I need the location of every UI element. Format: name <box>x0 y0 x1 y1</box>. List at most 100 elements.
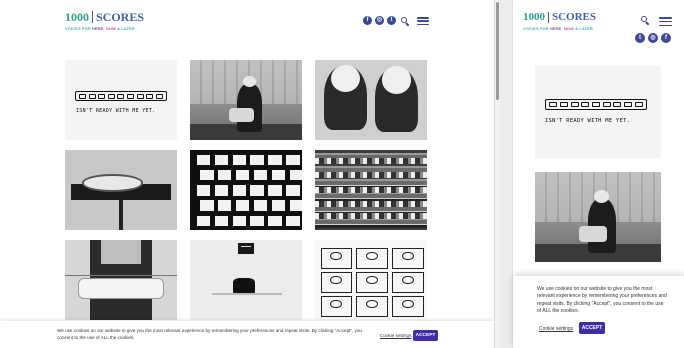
site-logo[interactable]: 1000 SCORES VOICES FOR HERE, NOW & LATER <box>65 11 144 31</box>
sketch-face <box>366 299 378 309</box>
sketch-panel <box>392 272 424 293</box>
score-card-squares-photo[interactable] <box>190 150 302 230</box>
sketch-face <box>330 275 343 285</box>
photo-table-leg <box>118 199 124 230</box>
notation-box <box>136 93 144 99</box>
notation-box <box>570 102 579 107</box>
notation-box <box>98 93 106 99</box>
social-links: t ◎ f <box>635 33 671 43</box>
photo-square <box>250 185 264 196</box>
score-card-table-photo[interactable] <box>65 150 177 230</box>
photo-square <box>200 170 214 181</box>
score-card-glitch-photo[interactable] <box>315 150 427 230</box>
photo-head <box>594 190 610 203</box>
sketch-face <box>330 251 343 261</box>
social-links: f ◎ t <box>363 16 396 25</box>
sketch-face <box>330 299 343 309</box>
sketch-panel <box>392 296 424 317</box>
photo-square <box>253 200 268 211</box>
photo-square <box>250 215 264 226</box>
tagline-here: HERE <box>549 26 562 31</box>
notation-box <box>146 93 154 99</box>
score-card-notation[interactable]: ISN'T READY WITH ME YET. <box>535 66 661 158</box>
site-logo[interactable]: 1000 SCORES VOICES FOR HERE, NOW & LATER <box>523 12 596 32</box>
cookie-message: We use cookies on our website to give yo… <box>57 328 362 340</box>
photo-square <box>253 170 268 181</box>
notation-box <box>591 102 600 107</box>
score-card-cooking-photo[interactable] <box>535 172 661 262</box>
cookie-settings-link[interactable]: Cookie settings <box>380 333 411 338</box>
photo-square <box>271 170 286 181</box>
menu-line <box>659 20 672 23</box>
photo-string <box>65 275 177 277</box>
scrollbar-thumb[interactable] <box>496 2 499 100</box>
search-icon-handle <box>645 21 650 26</box>
notation-box <box>155 93 163 99</box>
sketch-face <box>366 251 378 261</box>
score-card-mask-photo[interactable] <box>65 240 177 320</box>
sketch-panel <box>320 248 352 269</box>
score-card-phone-photo[interactable] <box>190 240 302 320</box>
sketch-panel <box>356 248 388 269</box>
tagline-text: VOICES FOR <box>523 26 550 31</box>
photo-square <box>271 200 286 211</box>
notation-box <box>107 93 115 99</box>
photo-square <box>289 200 302 211</box>
accept-button[interactable]: ACCEPT <box>413 330 438 341</box>
facebook-icon[interactable]: f <box>661 33 671 43</box>
instagram-icon[interactable]: ◎ <box>648 33 658 43</box>
hamburger-menu-icon[interactable] <box>659 17 672 26</box>
accept-button[interactable]: ACCEPT <box>579 322 605 334</box>
score-caption: ISN'T READY WITH ME YET. <box>545 118 631 124</box>
notation-box <box>88 93 96 99</box>
desktop-view: 1000 SCORES VOICES FOR HERE, NOW & LATER… <box>0 0 494 348</box>
twitter-icon[interactable]: t <box>635 33 645 43</box>
photo-square <box>289 170 302 181</box>
notation-box <box>634 102 643 107</box>
twitter-icon[interactable]: t <box>387 16 396 25</box>
photo-square <box>286 154 300 166</box>
facebook-icon[interactable]: f <box>363 16 372 25</box>
score-card-cooking-photo[interactable] <box>190 60 302 140</box>
score-card-hands-photo[interactable] <box>315 60 427 140</box>
search-icon-handle <box>405 22 410 27</box>
score-card-sketch[interactable] <box>315 240 427 320</box>
cookie-banner: We use cookies on our website to give yo… <box>513 276 684 348</box>
tagline-text: VOICES FOR <box>65 26 92 31</box>
instagram-icon[interactable]: ◎ <box>375 16 384 25</box>
photo-square <box>214 154 229 166</box>
photo-square <box>196 185 211 196</box>
notation-box <box>549 102 558 107</box>
menu-line <box>659 24 672 26</box>
sign-line <box>240 245 252 247</box>
tagline-later: & LATER <box>115 26 135 31</box>
notation-box <box>117 93 125 99</box>
score-card-notation[interactable]: ISN'T READY WITH ME YET. <box>65 60 177 140</box>
tagline-here: HERE <box>91 26 104 31</box>
photo-square <box>196 215 211 226</box>
glitch-band <box>315 213 427 219</box>
photo-square <box>268 154 282 166</box>
sketch-panel <box>392 248 424 269</box>
photo-pot <box>229 108 254 123</box>
hamburger-menu-icon[interactable] <box>417 17 429 25</box>
glitch-band <box>315 187 427 193</box>
photo-mask <box>78 278 164 300</box>
screenshot-root: 1000 SCORES VOICES FOR HERE, NOW & LATER… <box>0 0 684 348</box>
sketch-panel <box>356 296 388 317</box>
logo-word: SCORES <box>96 10 145 24</box>
cookie-settings-link[interactable]: Cookie settings <box>539 326 573 332</box>
photo-square <box>235 200 250 211</box>
menu-line <box>659 17 672 19</box>
tagline-now: NOW <box>105 26 116 31</box>
photo-square <box>218 170 232 181</box>
notation-box <box>127 93 134 99</box>
mobile-view: 1000 SCORES VOICES FOR HERE, NOW & LATER… <box>512 0 684 348</box>
notation-boxes <box>75 91 167 101</box>
sketch-panel <box>320 296 352 317</box>
menu-line <box>417 23 429 25</box>
search-icon[interactable] <box>401 17 410 27</box>
sketch-face <box>402 251 414 261</box>
photo-square <box>214 215 229 226</box>
search-icon[interactable] <box>641 16 650 26</box>
